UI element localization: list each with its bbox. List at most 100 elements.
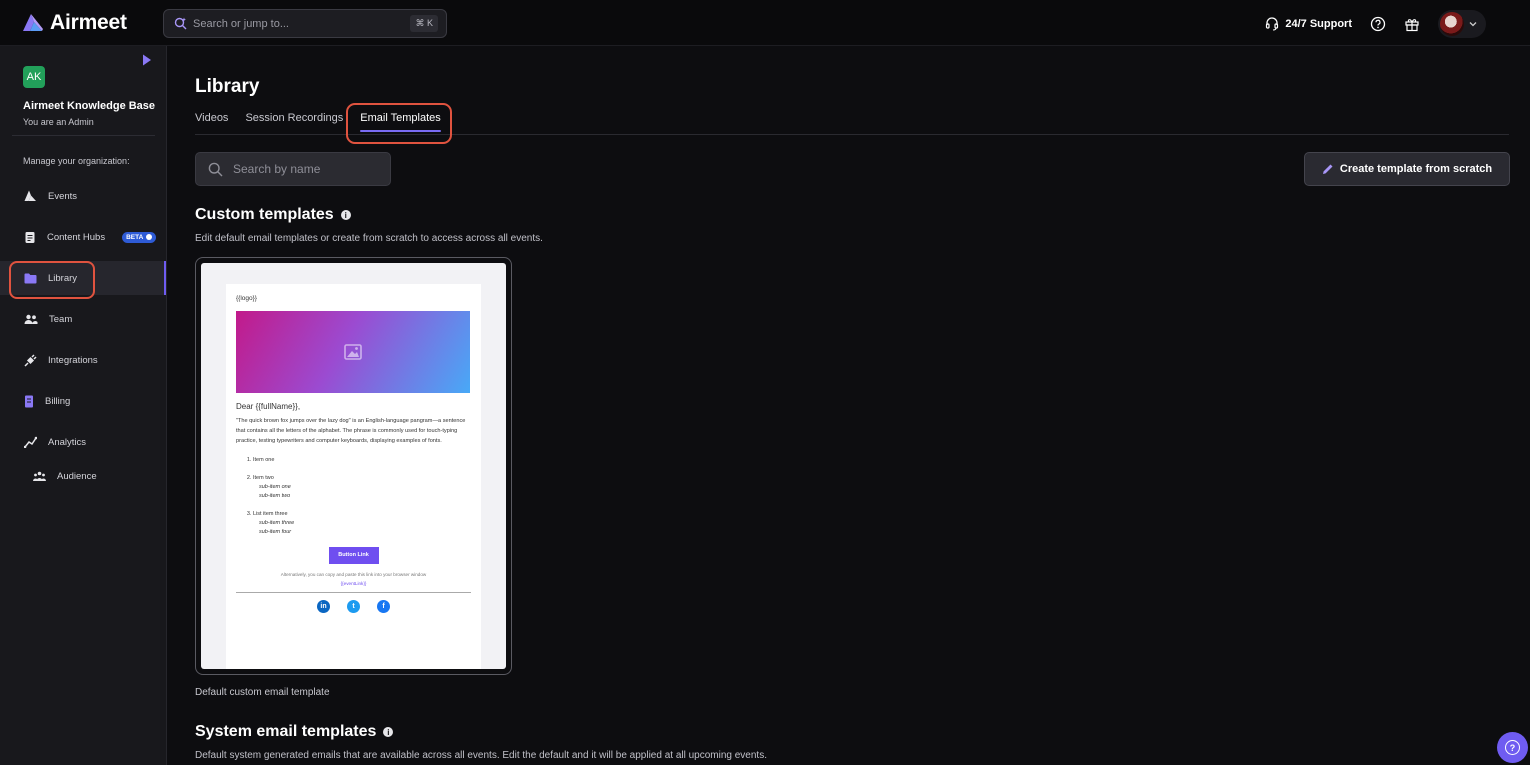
people-icon <box>24 314 38 324</box>
sidebar-item-label: Content Hubs <box>47 231 106 243</box>
support-label: 24/7 Support <box>1285 18 1352 30</box>
sidebar-item-label: Integrations <box>48 354 98 366</box>
template-search-input[interactable]: Search by name <box>195 152 391 186</box>
tab-email-templates[interactable]: Email Templates <box>360 112 441 132</box>
list-item: Item one <box>253 456 471 465</box>
email-logo-placeholder: {{logo}} <box>236 295 257 302</box>
email-social-links: in t f <box>236 600 471 613</box>
sidebar-item-audience[interactable]: Audience <box>0 459 166 493</box>
sidebar-item-billing[interactable]: Billing <box>0 384 166 418</box>
linkedin-icon: in <box>317 600 330 613</box>
org-role: You are an Admin <box>23 117 94 127</box>
question-icon: ? <box>1505 740 1520 755</box>
sidebar-item-analytics[interactable]: Analytics <box>0 425 166 459</box>
airmeet-logo-icon <box>23 14 43 31</box>
email-paragraph: "The quick brown fox jumps over the lazy… <box>236 418 466 444</box>
brand[interactable]: Airmeet <box>22 11 127 35</box>
system-templates-title: System email templates <box>195 723 377 740</box>
sidebar-item-library[interactable]: Library <box>0 261 166 295</box>
airmeet-logo-icon <box>24 190 36 201</box>
list-item: List item three sub-item three sub-item … <box>253 510 471 537</box>
main-content: Library Videos Session Recordings Email … <box>167 46 1530 765</box>
manage-label: Manage your organization: <box>23 156 130 166</box>
list-item-text: Item two <box>253 475 274 481</box>
sub-list-item: sub-item one <box>259 484 291 490</box>
sidebar-item-events[interactable]: Events <box>0 179 166 213</box>
sub-list-item: sub-item four <box>259 529 292 535</box>
beta-badge-label: BETA <box>126 233 144 241</box>
tab-videos[interactable]: Videos <box>195 112 228 132</box>
document-icon <box>25 231 35 243</box>
template-card[interactable]: {{logo}} Dear {{fullName}}, "The quick b… <box>195 257 512 675</box>
create-template-label: Create template from scratch <box>1339 163 1493 175</box>
help-circle-icon[interactable] <box>1370 16 1386 32</box>
sidebar-item-label: Team <box>49 313 73 325</box>
email-hero-image <box>236 311 470 393</box>
custom-templates-description: Edit default email templates or create f… <box>195 233 543 244</box>
org-name: Airmeet Knowledge Base <box>23 100 156 112</box>
system-templates-heading: System email templates i <box>195 723 394 741</box>
global-search-input[interactable]: Search or jump to... ⌘ K <box>163 9 447 38</box>
image-icon <box>344 344 362 360</box>
email-alt-text: Alternatively, you can copy and paste th… <box>280 572 427 577</box>
analytics-icon <box>24 436 37 448</box>
divider <box>12 135 155 136</box>
divider <box>195 134 1509 135</box>
chevron-down-icon <box>1469 22 1477 27</box>
sidebar-item-label: Events <box>48 190 78 202</box>
top-bar: Airmeet Search or jump to... ⌘ K 24/7 Su… <box>0 0 1530 46</box>
gift-icon[interactable] <box>1404 16 1420 32</box>
create-template-button[interactable]: Create template from scratch <box>1304 152 1510 186</box>
custom-templates-heading: Custom templates i <box>195 206 351 224</box>
global-search-placeholder: Search or jump to... <box>193 17 289 30</box>
sub-list-item: sub-item three <box>259 520 295 526</box>
system-templates-description: Default system generated emails that are… <box>195 750 767 761</box>
email-cta-button: Button Link <box>328 547 379 564</box>
sidebar-item-label: Billing <box>45 395 71 407</box>
audience-icon <box>33 471 46 481</box>
list-item-text: Item one <box>253 457 275 463</box>
brand-name: Airmeet <box>50 11 127 34</box>
plug-icon <box>24 353 37 367</box>
help-chat-button[interactable]: ? <box>1497 732 1528 763</box>
template-search-placeholder: Search by name <box>233 162 321 176</box>
email-list: Item one Item two sub-item one sub-item … <box>236 456 471 537</box>
top-right-actions: 24/7 Support <box>1265 10 1486 38</box>
beta-badge: BETA <box>122 231 157 243</box>
user-menu[interactable] <box>1438 10 1486 38</box>
list-item: Item two sub-item one sub-item two <box>253 474 471 501</box>
sidebar-item-label: Analytics <box>48 436 87 448</box>
support-button[interactable]: 24/7 Support <box>1265 17 1352 31</box>
email-preview: {{logo}} Dear {{fullName}}, "The quick b… <box>226 284 481 669</box>
headset-icon <box>1266 17 1279 31</box>
sparkle-search-icon <box>174 17 187 30</box>
template-preview: {{logo}} Dear {{fullName}}, "The quick b… <box>201 263 506 669</box>
sidebar-toggle-icon[interactable] <box>142 54 152 66</box>
info-icon[interactable]: i <box>383 727 394 737</box>
pencil-icon <box>1322 164 1333 174</box>
tab-session-recordings[interactable]: Session Recordings <box>245 112 343 132</box>
info-icon <box>146 234 153 240</box>
list-item-text: List item three <box>253 511 288 517</box>
folder-icon <box>24 273 37 283</box>
divider <box>236 592 471 593</box>
custom-templates-title: Custom templates <box>195 206 334 223</box>
billing-icon <box>25 395 33 407</box>
info-icon[interactable]: i <box>340 210 351 220</box>
sidebar-item-label: Library <box>48 272 78 284</box>
sidebar-item-content-hubs[interactable]: Content Hubs BETA <box>0 220 166 254</box>
shortcut-hint: ⌘ K <box>410 15 438 32</box>
search-icon <box>208 162 223 176</box>
template-caption: Default custom email template <box>195 687 330 698</box>
twitter-icon: t <box>347 600 360 613</box>
sub-list-item: sub-item two <box>259 493 291 499</box>
library-tabs: Videos Session Recordings Email Template… <box>195 112 441 132</box>
sidebar-item-team[interactable]: Team <box>0 302 166 336</box>
email-event-link: {{eventLink}} <box>340 581 367 586</box>
org-avatar: AK <box>23 66 45 88</box>
sidebar-item-integrations[interactable]: Integrations <box>0 343 166 377</box>
avatar <box>1440 12 1464 36</box>
email-greeting: Dear {{fullName}}, <box>236 402 301 411</box>
facebook-icon: f <box>377 600 390 613</box>
sidebar-item-label: Audience <box>57 470 97 482</box>
